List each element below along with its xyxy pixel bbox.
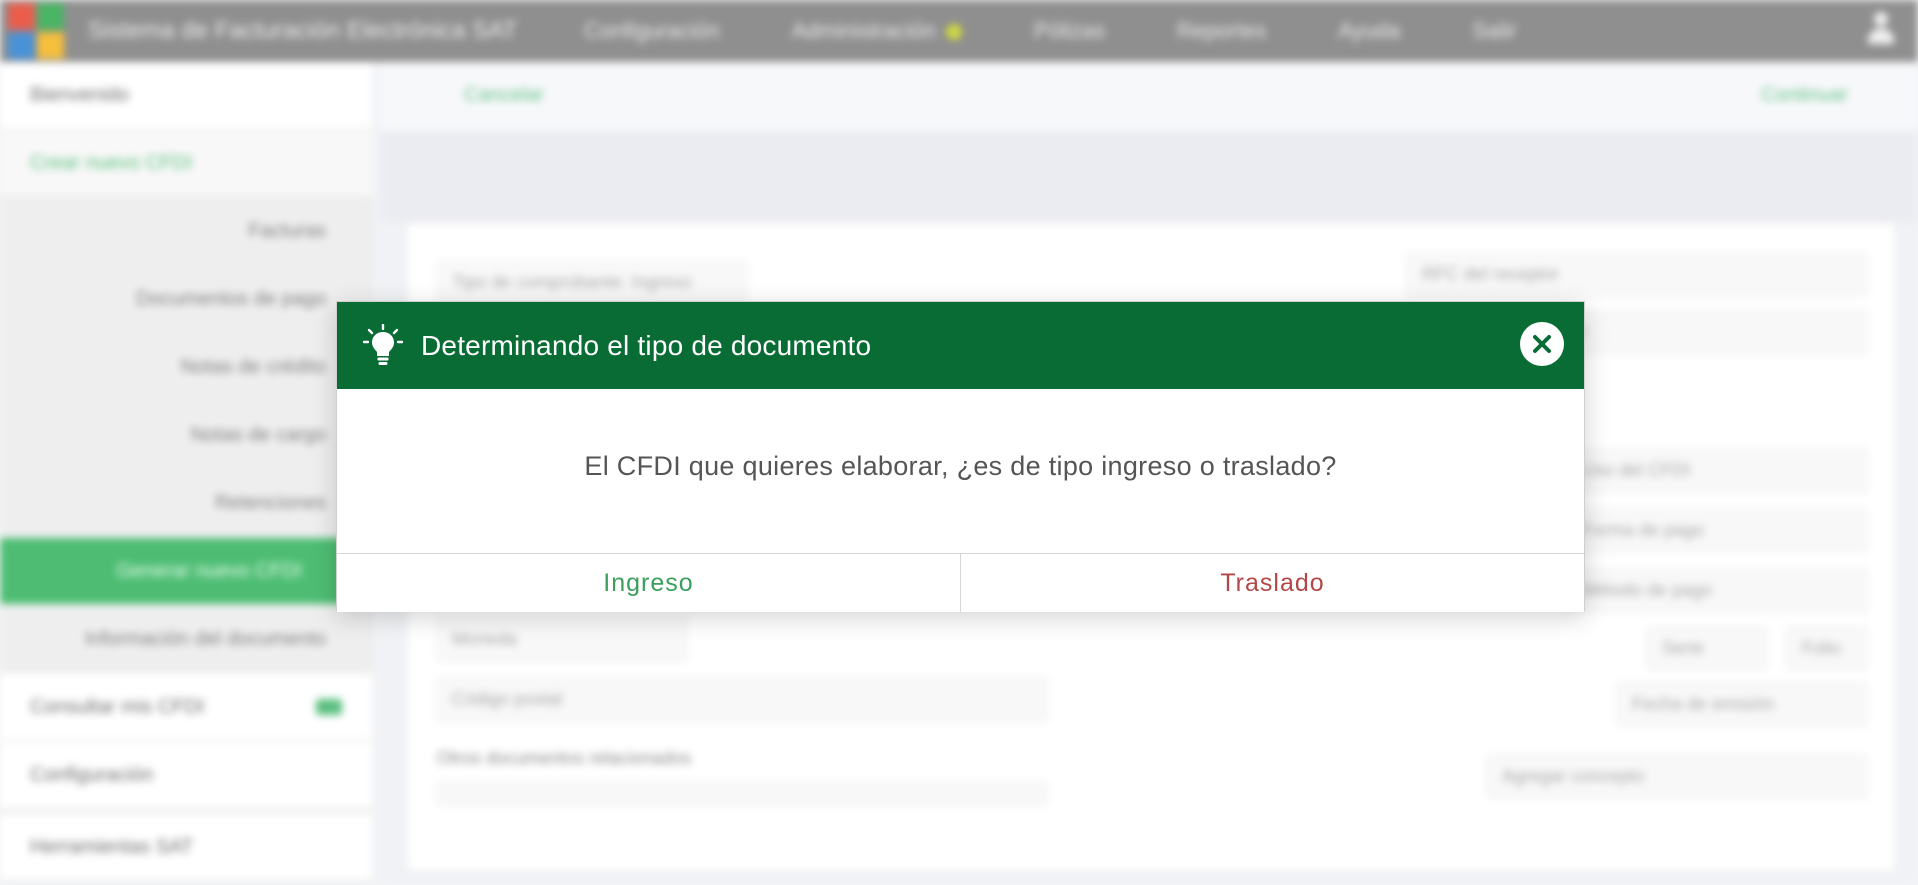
close-button[interactable]: [1520, 322, 1564, 366]
document-type-dialog: Determinando el tipo de documento El CFD…: [336, 301, 1585, 612]
dialog-header: Determinando el tipo de documento: [337, 302, 1584, 389]
lightbulb-icon: [363, 323, 403, 365]
dialog-footer: Ingreso Traslado: [337, 553, 1584, 612]
dialog-title: Determinando el tipo de documento: [421, 329, 872, 361]
close-icon: [1533, 335, 1551, 353]
traslado-button[interactable]: Traslado: [961, 554, 1584, 612]
dialog-message: El CFDI que quieres elaborar, ¿es de tip…: [584, 450, 1337, 481]
dialog-body: El CFDI que quieres elaborar, ¿es de tip…: [337, 389, 1584, 553]
ingreso-button[interactable]: Ingreso: [337, 554, 961, 612]
